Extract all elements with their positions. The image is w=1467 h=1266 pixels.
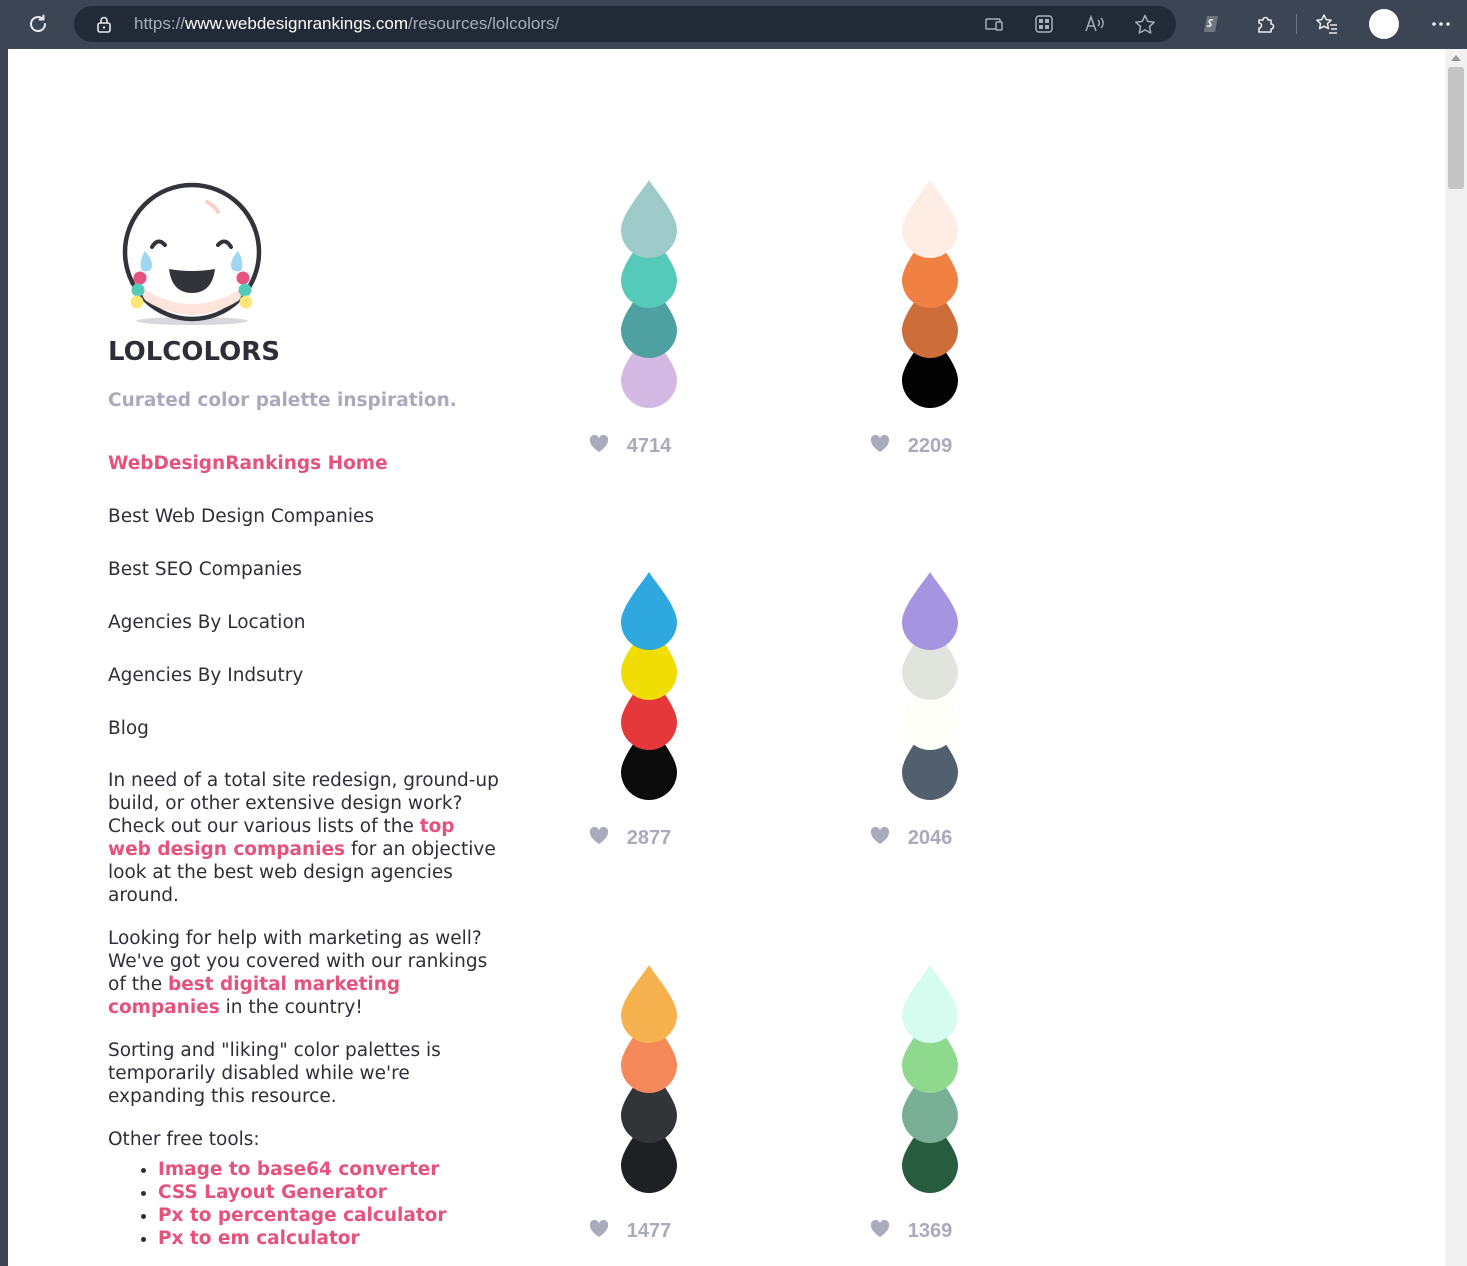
url-text[interactable]: https://www.webdesignrankings.com/resour… (134, 14, 559, 34)
heart-icon[interactable] (589, 827, 609, 845)
nav-link-agencies-by-industry[interactable]: Agencies By Indsutry (108, 665, 303, 686)
more-menu-icon[interactable] (1426, 9, 1456, 39)
favorite-star-icon[interactable] (1134, 14, 1156, 38)
extension-s-icon[interactable] (1196, 9, 1226, 39)
free-tools-heading: Other free tools: (108, 1129, 260, 1150)
nav-item-location: Agencies By Location (108, 611, 388, 664)
paragraph-text: in the country! (219, 997, 363, 1018)
sidebar-blurb: In need of a total site redesign, ground… (108, 769, 503, 1250)
nav-item-industry: Agencies By Indsutry (108, 664, 388, 717)
likes-count: 1369 (907, 1220, 953, 1242)
color-drop[interactable] (902, 965, 958, 1043)
site-nav: WebDesignRankings Home Best Web Design C… (108, 452, 388, 770)
nav-item-web-design: Best Web Design Companies (108, 505, 388, 558)
palette-drops[interactable] (589, 572, 709, 812)
app-available-icon[interactable] (984, 14, 1004, 38)
profile-avatar[interactable] (1369, 9, 1399, 39)
color-drop[interactable] (902, 572, 958, 650)
likes-counter: 2046 (870, 827, 990, 850)
likes-count: 2209 (907, 435, 953, 457)
likes-count: 2046 (907, 827, 953, 849)
tool-link-px-percentage[interactable]: Px to percentage calculator (158, 1205, 447, 1226)
color-drop[interactable] (621, 572, 677, 650)
favorites-icon[interactable] (1312, 9, 1342, 39)
page-viewport: LOLCOLORS Curated color palette inspirat… (8, 49, 1445, 1266)
tool-link-css-layout[interactable]: CSS Layout Generator (158, 1182, 387, 1203)
tool-link-base64[interactable]: Image to base64 converter (158, 1159, 439, 1180)
read-aloud-icon[interactable] (1084, 14, 1106, 38)
palette-drops[interactable] (589, 965, 709, 1205)
likes-counter: 1477 (589, 1220, 709, 1243)
refresh-icon[interactable] (23, 9, 53, 39)
lolcolors-logo[interactable] (114, 179, 266, 329)
likes-counter: 2209 (870, 435, 990, 458)
free-tools-list: Image to base64 converter CSS Layout Gen… (108, 1158, 503, 1250)
nav-link-home[interactable]: WebDesignRankings Home (108, 453, 388, 474)
likes-count: 4714 (626, 435, 672, 457)
likes-counter: 1369 (870, 1220, 990, 1243)
sorting-disabled-paragraph: Sorting and "liking" color palettes is t… (108, 1040, 441, 1107)
palette-drops[interactable] (589, 180, 709, 420)
nav-item-home: WebDesignRankings Home (108, 452, 388, 505)
color-drop[interactable] (621, 965, 677, 1043)
heart-icon[interactable] (870, 827, 890, 845)
palette-drops[interactable] (870, 965, 990, 1205)
browser-toolbar: https://www.webdesignrankings.com/resour… (0, 0, 1467, 48)
heart-icon[interactable] (870, 435, 890, 453)
nav-item-seo: Best SEO Companies (108, 558, 388, 611)
site-title: LOLCOLORS (108, 337, 280, 367)
nav-link-seo-companies[interactable]: Best SEO Companies (108, 559, 302, 580)
web-design-paragraph: In need of a total site redesign, ground… (108, 769, 503, 907)
nav-link-agencies-by-location[interactable]: Agencies By Location (108, 612, 305, 633)
marketing-paragraph: Looking for help with marketing as well?… (108, 927, 503, 1019)
heart-icon[interactable] (870, 1220, 890, 1238)
list-item: Image to base64 converter (158, 1158, 503, 1181)
scroll-up-arrow-icon[interactable] (1451, 55, 1461, 61)
list-item: Px to em calculator (158, 1227, 503, 1250)
qr-code-icon[interactable] (1034, 14, 1054, 38)
color-drop[interactable] (621, 180, 677, 258)
tagline: Curated color palette inspiration. (108, 390, 457, 411)
nav-item-blog: Blog (108, 717, 388, 770)
likes-counter: 2877 (589, 827, 709, 850)
likes-count: 2877 (626, 827, 672, 849)
nav-link-blog[interactable]: Blog (108, 718, 149, 739)
lock-icon[interactable] (96, 15, 112, 37)
address-bar[interactable]: https://www.webdesignrankings.com/resour… (74, 6, 1176, 42)
list-item: Px to percentage calculator (158, 1204, 503, 1227)
heart-icon[interactable] (589, 1220, 609, 1238)
nav-link-web-design-companies[interactable]: Best Web Design Companies (108, 506, 374, 527)
palette-drops[interactable] (870, 180, 990, 420)
scrollbar-thumb[interactable] (1448, 67, 1464, 189)
extensions-puzzle-icon[interactable] (1251, 9, 1281, 39)
color-drop[interactable] (902, 180, 958, 258)
likes-count: 1477 (626, 1220, 672, 1242)
heart-icon[interactable] (589, 435, 609, 453)
tool-link-px-em[interactable]: Px to em calculator (158, 1228, 360, 1249)
likes-counter: 4714 (589, 435, 709, 458)
palette-drops[interactable] (870, 572, 990, 812)
list-item: CSS Layout Generator (158, 1181, 503, 1204)
vertical-scrollbar[interactable] (1445, 49, 1467, 1266)
toolbar-separator (1296, 14, 1297, 34)
